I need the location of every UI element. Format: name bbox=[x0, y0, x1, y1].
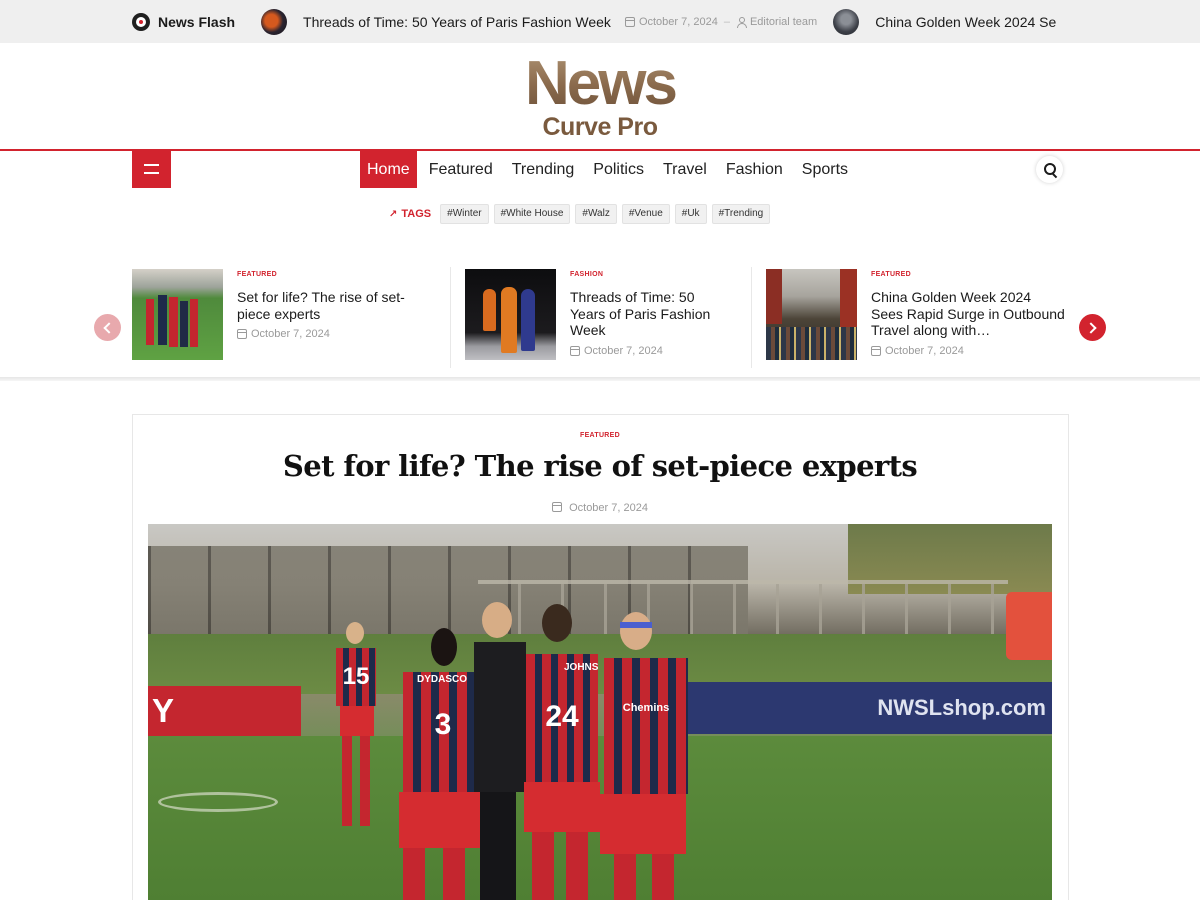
tag-trending[interactable]: #Trending bbox=[711, 204, 771, 224]
tags-bar: ↗ TAGS #Winter #White House #Walz #Venue… bbox=[389, 203, 775, 225]
article-title[interactable]: Set for life? The rise of set-piece expe… bbox=[0, 449, 1200, 483]
featured-slider: FEATURED Set for life? The rise of set-p… bbox=[0, 262, 1200, 378]
slider-date: October 7, 2024 bbox=[584, 344, 663, 357]
ad-board-shop: NWSLshop.com bbox=[688, 682, 1052, 734]
slider-divider bbox=[450, 267, 451, 368]
calendar-icon bbox=[871, 345, 881, 356]
slider-thumbnail-crowd[interactable] bbox=[766, 269, 857, 360]
calendar-icon bbox=[624, 16, 635, 27]
site-logo[interactable]: News Curve Pro bbox=[0, 43, 1200, 149]
ticker-thumbnail[interactable] bbox=[261, 8, 288, 35]
article-date: October 7, 2024 bbox=[0, 502, 1200, 514]
slider-category[interactable]: FEATURED bbox=[237, 269, 427, 281]
ticker-author[interactable]: Editorial team bbox=[750, 16, 817, 28]
nav-item-fashion[interactable]: Fashion bbox=[719, 151, 790, 188]
tag-white-house[interactable]: #White House bbox=[493, 204, 571, 224]
news-flash-icon bbox=[132, 12, 150, 31]
slider-next-button[interactable] bbox=[1079, 314, 1106, 341]
slider-divider bbox=[751, 267, 752, 368]
hamburger-icon bbox=[144, 164, 159, 166]
ticker-date: October 7, 2024 bbox=[638, 15, 718, 28]
ad-board-league: Y LEAGUE bbox=[148, 686, 301, 779]
nav-item-politics[interactable]: Politics bbox=[586, 151, 651, 188]
tag-walz[interactable]: #Walz bbox=[575, 204, 617, 224]
tags-label: ↗ TAGS bbox=[389, 208, 432, 220]
slider-category[interactable]: FEATURED bbox=[871, 269, 1066, 281]
ticker-meta: October 7, 2024 – Editorial team bbox=[624, 15, 817, 28]
slider-card[interactable]: FEATURED Set for life? The rise of set-p… bbox=[132, 269, 442, 361]
tag-winter[interactable]: #Winter bbox=[440, 204, 489, 224]
nav-item-home[interactable]: Home bbox=[360, 151, 417, 188]
slider-title[interactable]: China Golden Week 2024 Sees Rapid Surge … bbox=[871, 289, 1066, 339]
search-button[interactable] bbox=[1036, 156, 1063, 183]
news-flash-label: News Flash bbox=[158, 13, 236, 30]
player-24: 24 JOHNS bbox=[520, 604, 600, 900]
nav-item-trending[interactable]: Trending bbox=[505, 151, 582, 188]
nav-item-featured[interactable]: Featured bbox=[422, 151, 500, 188]
slider-title[interactable]: Threads of Time: 50 Years of Paris Fashi… bbox=[570, 289, 730, 339]
slider-category[interactable]: FASHION bbox=[570, 269, 760, 281]
ticker-headline[interactable]: China Golden Week 2024 Se bbox=[875, 14, 1056, 30]
slider-thumbnail-soccer[interactable] bbox=[132, 269, 223, 360]
article-category[interactable]: FEATURED bbox=[0, 432, 1200, 439]
calendar-icon bbox=[570, 345, 580, 356]
ticker-thumbnail[interactable] bbox=[833, 8, 860, 35]
ticker-headline[interactable]: Threads of Time: 50 Years of Paris Fashi… bbox=[303, 14, 611, 30]
slider-prev-button[interactable] bbox=[94, 314, 121, 341]
player-headband: Chemins bbox=[600, 612, 692, 900]
slider-date: October 7, 2024 bbox=[885, 344, 964, 357]
calendar-icon bbox=[552, 502, 563, 512]
slider-card[interactable]: FASHION Threads of Time: 50 Years of Par… bbox=[465, 269, 745, 361]
logo-wordmark-top: News bbox=[0, 43, 1200, 115]
player-15: 15 bbox=[330, 622, 382, 847]
main-navigation: Home Featured Trending Politics Travel F… bbox=[360, 151, 860, 188]
logo-wordmark-bottom: Curve Pro bbox=[542, 113, 658, 141]
trending-icon: ↗ bbox=[389, 208, 398, 220]
news-flash-ticker: News Flash Threads of Time: 50 Years of … bbox=[0, 0, 1200, 43]
calendar-icon bbox=[237, 329, 247, 339]
slider-date: October 7, 2024 bbox=[251, 328, 330, 340]
nav-item-sports[interactable]: Sports bbox=[795, 151, 855, 188]
tag-uk[interactable]: #Uk bbox=[674, 204, 707, 224]
nav-item-travel[interactable]: Travel bbox=[656, 151, 714, 188]
user-icon bbox=[736, 16, 747, 28]
slider-card[interactable]: FEATURED China Golden Week 2024 Sees Rap… bbox=[766, 269, 1066, 361]
menu-toggle-button[interactable] bbox=[132, 151, 171, 188]
tag-venue[interactable]: #Venue bbox=[621, 204, 670, 224]
slider-title[interactable]: Set for life? The rise of set-piece expe… bbox=[237, 289, 427, 322]
article-hero-image[interactable]: Y LEAGUE NWSLshop.com 15 3 DYDASCO 24 JO… bbox=[148, 524, 1052, 900]
slider-thumbnail-fashion[interactable] bbox=[465, 269, 556, 360]
slider-bottom-border bbox=[0, 377, 1200, 381]
